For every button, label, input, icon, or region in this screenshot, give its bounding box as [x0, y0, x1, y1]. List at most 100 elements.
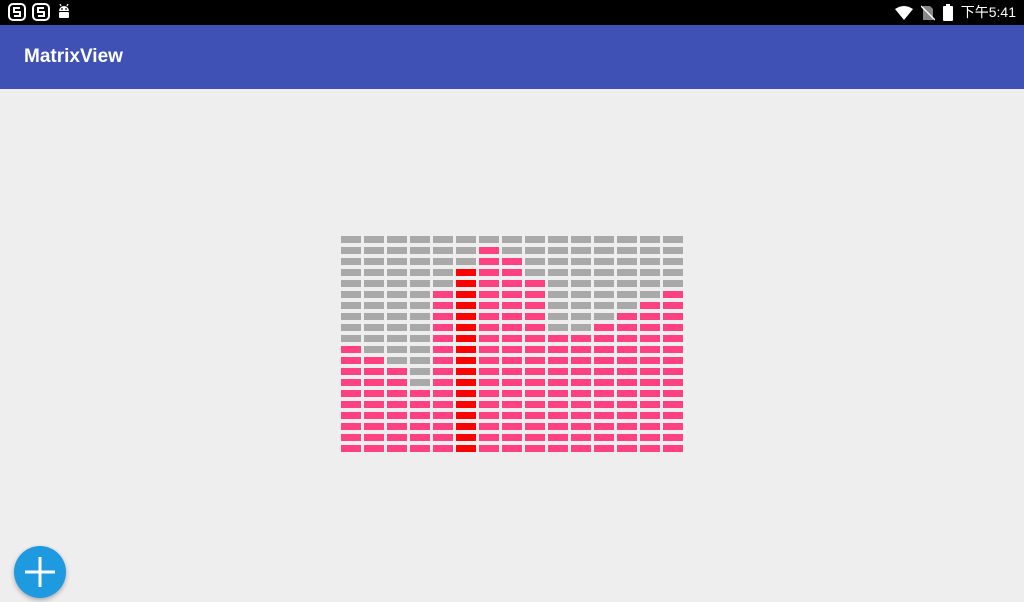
- matrix-cell-off: [364, 280, 384, 287]
- matrix-cell-off: [364, 302, 384, 309]
- matrix-cell-off: [341, 258, 361, 265]
- matrix-cell-on: [502, 357, 522, 364]
- matrix-cell-off: [364, 346, 384, 353]
- matrix-cell-on: [456, 302, 476, 309]
- matrix-cell-on: [502, 335, 522, 342]
- matrix-cell-off: [525, 258, 545, 265]
- no-sim-icon: [920, 4, 935, 21]
- matrix-cell-on: [548, 401, 568, 408]
- matrix-cell-on: [341, 434, 361, 441]
- matrix-cell-off: [433, 247, 453, 254]
- matrix-cell-on: [617, 379, 637, 386]
- matrix-cell-off: [364, 236, 384, 243]
- matrix-cell-on: [502, 368, 522, 375]
- matrix-cell-on: [456, 368, 476, 375]
- matrix-cell-off: [617, 236, 637, 243]
- matrix-cell-on: [663, 335, 683, 342]
- matrix-cell-on: [663, 445, 683, 452]
- matrix-cell-off: [433, 236, 453, 243]
- matrix-cell-off: [617, 258, 637, 265]
- matrix-cell-on: [479, 247, 499, 254]
- matrix-cell-on: [663, 302, 683, 309]
- matrix-cell-on: [387, 445, 407, 452]
- matrix-cell-on: [341, 357, 361, 364]
- matrix-cell-off: [410, 302, 430, 309]
- matrix-cell-off: [387, 258, 407, 265]
- matrix-cell-on: [502, 423, 522, 430]
- matrix-cell-on: [502, 390, 522, 397]
- matrix-cell-on: [571, 434, 591, 441]
- matrix-cell-on: [525, 390, 545, 397]
- matrix-cell-on: [387, 423, 407, 430]
- matrix-cell-on: [387, 412, 407, 419]
- matrix-cell-on: [640, 412, 660, 419]
- matrix-cell-on: [387, 434, 407, 441]
- matrix-cell-on: [640, 379, 660, 386]
- matrix-cell-on: [433, 423, 453, 430]
- matrix-cell-off: [594, 236, 614, 243]
- matrix-cell-off: [594, 313, 614, 320]
- matrix-cell-off: [341, 335, 361, 342]
- matrix-cell-on: [341, 412, 361, 419]
- matrix-cell-off: [502, 236, 522, 243]
- matrix-cell-on: [571, 390, 591, 397]
- matrix-cell-on: [364, 401, 384, 408]
- matrix-cell-on: [387, 390, 407, 397]
- matrix-cell-on: [571, 368, 591, 375]
- matrix-cell-on: [663, 423, 683, 430]
- matrix-cell-on: [571, 445, 591, 452]
- matrix-cell-off: [341, 280, 361, 287]
- matrix-cell-on: [525, 335, 545, 342]
- matrix-cell-off: [387, 302, 407, 309]
- matrix-cell-off: [594, 269, 614, 276]
- matrix-cell-on: [525, 357, 545, 364]
- matrix-cell-on: [410, 423, 430, 430]
- matrix-cell-on: [663, 401, 683, 408]
- matrix-cell-on: [433, 401, 453, 408]
- matrix-cell-on: [479, 357, 499, 364]
- matrix-cell-off: [456, 236, 476, 243]
- matrix-cell-on: [456, 412, 476, 419]
- matrix-cell-off: [640, 291, 660, 298]
- matrix-cell-on: [594, 390, 614, 397]
- matrix-cell-off: [387, 291, 407, 298]
- matrix-cell-on: [502, 412, 522, 419]
- matrix-cell-on: [364, 445, 384, 452]
- matrix-cell-off: [387, 280, 407, 287]
- matrix-cell-on: [502, 258, 522, 265]
- matrix-cell-on: [479, 412, 499, 419]
- plus-icon: [25, 557, 55, 587]
- matrix-cell-off: [571, 269, 591, 276]
- matrix-cell-off: [410, 247, 430, 254]
- matrix-cell-off: [387, 346, 407, 353]
- add-button[interactable]: [14, 546, 66, 598]
- matrix-cell-on: [479, 368, 499, 375]
- matrix-cell-on: [548, 390, 568, 397]
- matrix-cell-off: [341, 291, 361, 298]
- matrix-cell-on: [525, 445, 545, 452]
- matrix-cell-on: [525, 434, 545, 441]
- matrix-cell-on: [571, 412, 591, 419]
- matrix-cell-on: [456, 423, 476, 430]
- matrix-cell-off: [410, 379, 430, 386]
- status-bar: 下午5:41: [0, 0, 1024, 25]
- matrix-cell-on: [341, 346, 361, 353]
- matrix-cell-on: [640, 445, 660, 452]
- wifi-icon: [894, 5, 913, 20]
- matrix-cell-on: [640, 313, 660, 320]
- matrix-cell-on: [640, 423, 660, 430]
- matrix-cell-on: [571, 423, 591, 430]
- matrix-cell-off: [640, 269, 660, 276]
- matrix-cell-on: [548, 335, 568, 342]
- status-right-icons: 下午5:41: [894, 3, 1016, 22]
- matrix-cell-off: [571, 324, 591, 331]
- matrix-cell-off: [456, 258, 476, 265]
- android-debug-icon: [59, 3, 69, 18]
- matrix-cell-on: [594, 423, 614, 430]
- matrix-cell-off: [410, 346, 430, 353]
- matrix-cell-on: [433, 302, 453, 309]
- matrix-cell-on: [502, 445, 522, 452]
- matrix-cell-on: [617, 324, 637, 331]
- matrix-cell-off: [341, 302, 361, 309]
- matrix-cell-on: [433, 335, 453, 342]
